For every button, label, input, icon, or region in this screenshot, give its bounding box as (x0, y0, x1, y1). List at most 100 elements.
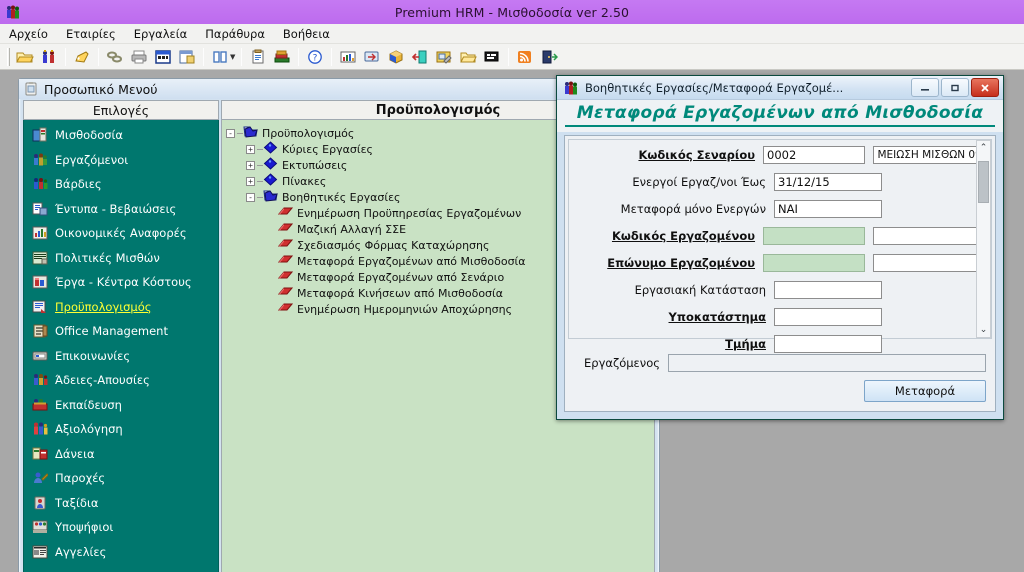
employment-status-input[interactable] (774, 280, 882, 299)
field-row-employee-surname: Επώνυμο Εργαζομένου (569, 250, 992, 275)
link-chain-icon[interactable] (104, 46, 126, 68)
help-icon[interactable]: ? (304, 46, 326, 68)
tree-toggle-icon[interactable]: + (246, 160, 255, 170)
toolbar-separator (241, 47, 243, 66)
sidebar-item-payroll[interactable]: Μισθοδοσία (24, 123, 218, 148)
scroll-down-icon[interactable]: ⌄ (980, 323, 988, 337)
sidebar-item-forms[interactable]: Έντυπα - Βεβαιώσεις (24, 197, 218, 222)
scrollbar-track[interactable] (977, 155, 990, 323)
branch-label: Υποκατάστημα (668, 309, 766, 324)
menu-windows[interactable]: Παράθυρα (196, 25, 274, 43)
tree-node-label: Προϋπολογισμός (262, 126, 355, 140)
sidebar-item-job-ads[interactable]: Αγγελίες (24, 540, 218, 565)
tree-toggle-icon[interactable]: - (226, 128, 235, 138)
sidebar-item-label: Παροχές (55, 471, 106, 486)
print-icon[interactable] (128, 46, 150, 68)
image-edit-icon[interactable] (433, 46, 455, 68)
tree-toggle-icon[interactable]: - (246, 192, 255, 202)
employee-code-input[interactable] (763, 226, 866, 245)
messages-icon[interactable] (481, 46, 503, 68)
tree-toggle-icon[interactable]: + (246, 176, 255, 186)
menu-companies[interactable]: Εταιρίες (57, 25, 125, 43)
book-icon (277, 302, 294, 316)
sidebar-item-label: Εκπαίδευση (55, 397, 122, 412)
logout-icon[interactable] (409, 46, 431, 68)
dialog-heading-area: Μεταφορά Εργαζομένων από Μισθοδοσία (557, 100, 1003, 132)
maximize-button[interactable] (941, 78, 969, 97)
diamond-icon (263, 157, 278, 173)
sidebar-item-leaves[interactable]: Άδειες-Απουσίες (24, 368, 218, 393)
sidebar-item-benefits[interactable]: Παροχές (24, 466, 218, 491)
sidebar-item-budget[interactable]: Προϋπολογισμός (24, 295, 218, 320)
package-icon[interactable] (385, 46, 407, 68)
new-window-icon[interactable] (176, 46, 198, 68)
open-folder-icon[interactable] (14, 46, 36, 68)
tree-node-label: Μαζική Αλλαγή ΣΣΕ (297, 222, 407, 236)
diamond-icon (263, 173, 278, 189)
menu-file[interactable]: Αρχείο (0, 25, 57, 43)
active-employees-until-input[interactable]: 31/12/15 (774, 172, 882, 191)
jobads-icon (32, 544, 48, 560)
sidebar-item-communications[interactable]: Επικοινωνίες (24, 344, 218, 369)
folder-open-icon (263, 189, 278, 205)
tree-node-label: Ενημέρωση Ημερομηνιών Αποχώρησης (297, 302, 513, 316)
sidebar-item-evaluation[interactable]: Αξιολόγηση (24, 417, 218, 442)
reports-chart-icon[interactable] (337, 46, 359, 68)
sidebar-item-loans[interactable]: Δάνεια (24, 442, 218, 467)
field-row-transfer-active-only: Μεταφορά μόνο Ενεργών ΝΑΙ (569, 196, 991, 221)
training-icon (32, 397, 48, 413)
sidebar-item-label: Office Management (55, 324, 168, 339)
sidebar-item-travel[interactable]: Ταξίδια (24, 491, 218, 516)
branch-input[interactable] (774, 307, 882, 326)
exit-door-icon[interactable] (538, 46, 560, 68)
menu-help[interactable]: Βοήθεια (274, 25, 339, 43)
sidebar-item-cost-centers[interactable]: Έργα - Κέντρα Κόστους (24, 270, 218, 295)
screen-transfer-icon[interactable] (361, 46, 383, 68)
sidebar-item-training[interactable]: Εκπαίδευση (24, 393, 218, 418)
sidebar-item-office[interactable]: Office Management (24, 319, 218, 344)
transfer-employees-dialog: Βοηθητικές Εργασίες/Μεταφορά Εργαζομέ...… (556, 75, 1004, 420)
tile-windows-icon[interactable] (209, 46, 231, 68)
tree-node-label: Μεταφορά Εργαζομένων από Σενάριο (297, 270, 505, 284)
transfer-active-only-input[interactable]: ΝΑΙ (774, 199, 882, 218)
tree-toggle-icon[interactable]: + (246, 144, 255, 154)
sidebar-item-label: Αξιολόγηση (55, 422, 123, 437)
sidebar-item-financial[interactable]: Οικονομικές Αναφορές (24, 221, 218, 246)
sidebar-item-shifts[interactable]: Βάρδιες (24, 172, 218, 197)
scenario-code-input[interactable]: 0002 (763, 145, 866, 164)
toolbar-separator (65, 47, 66, 66)
employee-surname-secondary-input[interactable] (873, 253, 992, 272)
employee-surname-input[interactable] (763, 253, 866, 272)
toolbar-grip[interactable] (7, 47, 10, 66)
forms-icon (32, 201, 48, 217)
leaves-icon (32, 372, 48, 388)
dialog-vertical-scrollbar[interactable]: ⌃ ⌄ (976, 140, 991, 338)
field-row-scenario-code: Κωδικός Σεναρίου 0002 ΜΕΙΩΣΗ ΜΙΣΘΩΝ 09/2 (569, 142, 992, 167)
menu-tools[interactable]: Εργαλεία (125, 25, 196, 43)
calendar-icon[interactable] (152, 46, 174, 68)
employee-display-field[interactable] (668, 353, 986, 372)
sidebar-item-salary-policies[interactable]: Πολιτικές Μισθών (24, 246, 218, 271)
pencil-tag-icon[interactable] (71, 46, 93, 68)
employee-surname-label: Επώνυμο Εργαζομένου (607, 255, 756, 270)
folder-plain-icon[interactable] (457, 46, 479, 68)
books-icon[interactable] (271, 46, 293, 68)
tree-node-label: Βοηθητικές Εργασίες (282, 190, 401, 204)
transfer-button[interactable]: Μεταφορά (864, 380, 986, 402)
minimize-button[interactable] (911, 78, 939, 97)
companies-icon[interactable] (38, 46, 60, 68)
scroll-up-icon[interactable]: ⌃ (980, 141, 988, 155)
employee-code-secondary-input[interactable] (873, 226, 992, 245)
close-button[interactable] (971, 78, 999, 97)
tree-node-label: Πίνακες (282, 174, 327, 188)
clipboard-icon[interactable] (247, 46, 269, 68)
sidebar-item-label: Μισθοδοσία (55, 128, 124, 143)
toolbar-separator (98, 47, 99, 66)
rss-feed-icon[interactable] (514, 46, 536, 68)
scrollbar-thumb[interactable] (978, 161, 989, 203)
budget-icon (32, 299, 48, 315)
communications-icon (32, 348, 48, 364)
sidebar-item-employees[interactable]: Εργαζόμενοι (24, 148, 218, 173)
sidebar-item-candidates[interactable]: Υποψήφιοι (24, 515, 218, 540)
toolbar-separator (203, 47, 204, 66)
